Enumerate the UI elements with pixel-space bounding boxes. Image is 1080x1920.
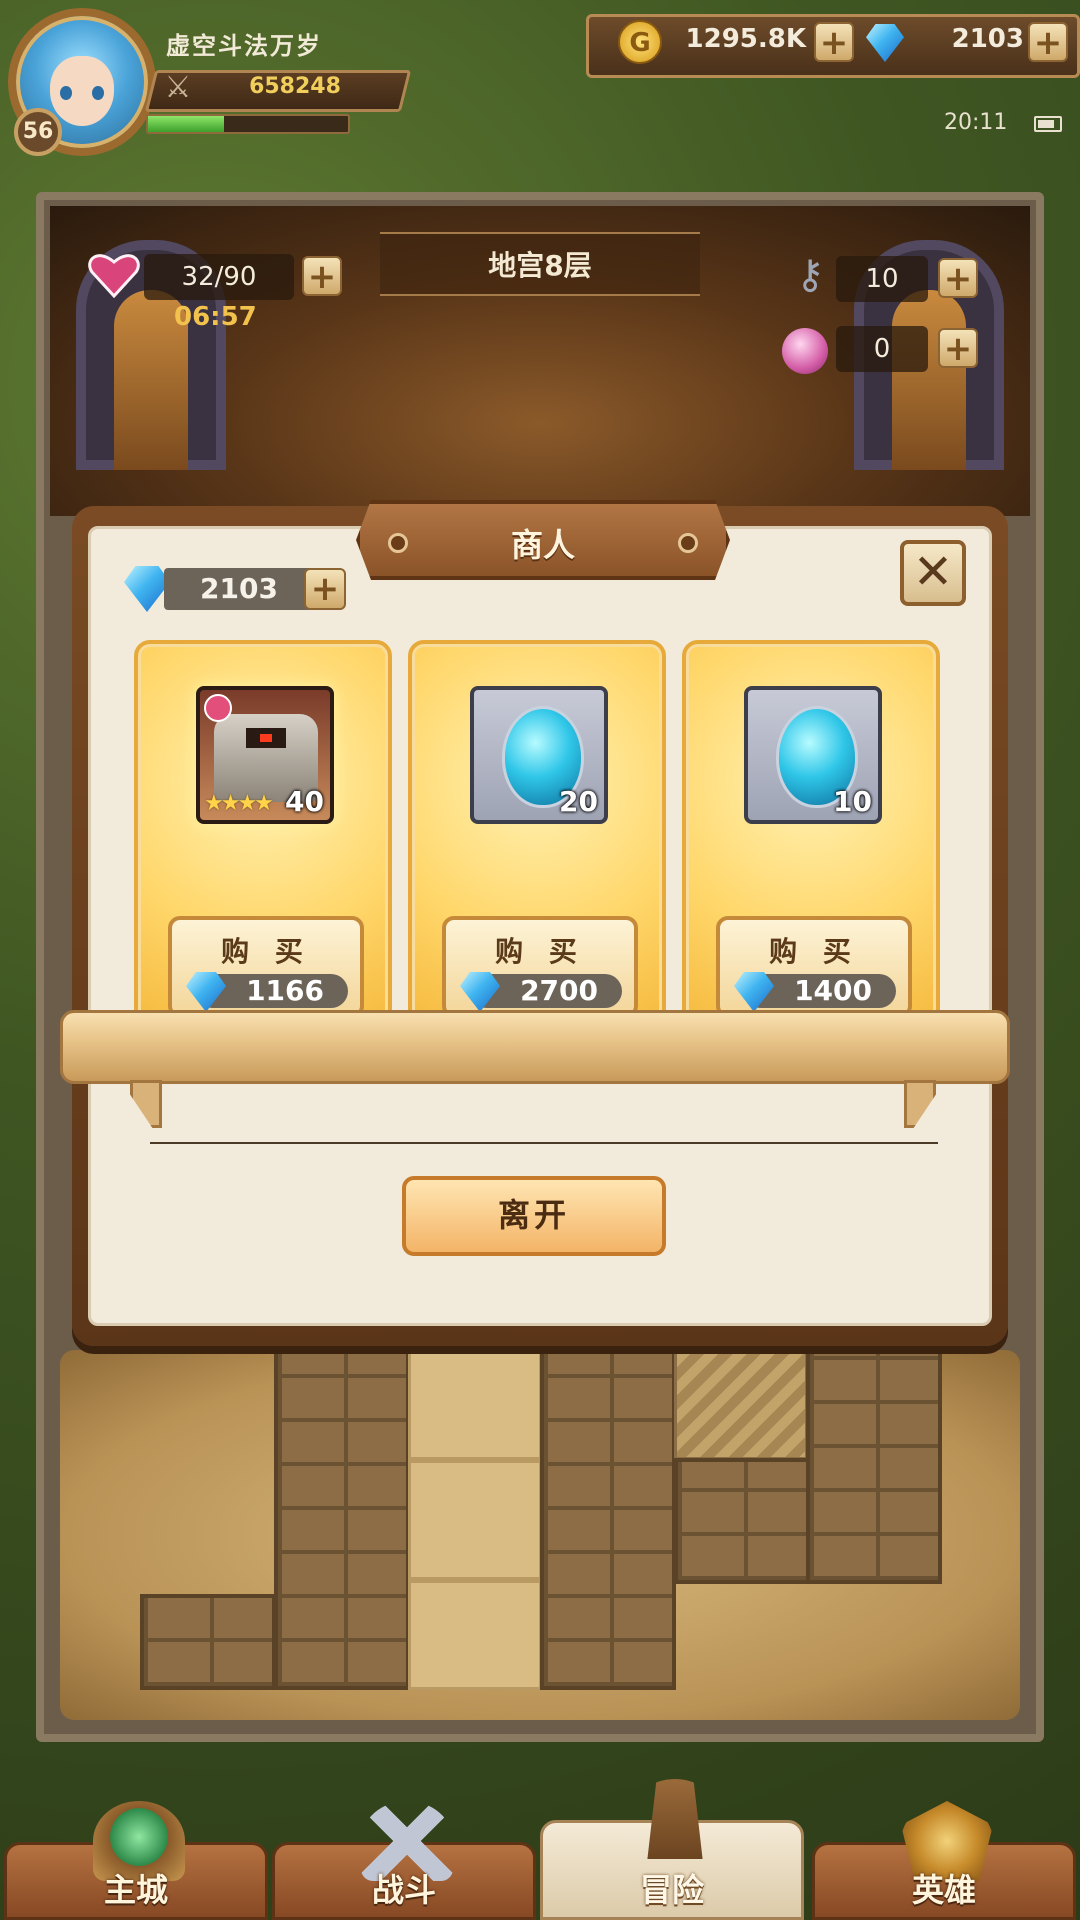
leave-button[interactable]: 离开 — [402, 1176, 666, 1256]
map-wall — [140, 1594, 276, 1690]
map-path-tile[interactable] — [408, 1350, 542, 1460]
gold-amount: 1295.8K — [685, 24, 806, 54]
buy-button-label: 购 买 — [495, 935, 585, 968]
shelf — [60, 1010, 1010, 1084]
key-icon: ⚷ — [795, 252, 825, 298]
add-gold-button[interactable]: + — [814, 22, 854, 62]
map-wall — [806, 1350, 942, 1584]
merchant-title: 商人 — [510, 526, 575, 564]
add-stamina-button[interactable]: + — [302, 256, 342, 296]
stamina-value: 32/90 — [144, 254, 294, 300]
egg-item[interactable]: 20 — [470, 686, 608, 824]
orbs-value: 0 — [836, 326, 928, 372]
nav-tab-main-city[interactable]: 主城 — [4, 1801, 268, 1920]
merchant-item-card[interactable]: 10 购 买 1400 — [682, 640, 940, 1036]
crossed-swords-power-icon: ⚔ — [164, 70, 192, 105]
hero-stars: ★★★★ — [204, 791, 274, 816]
map-path-tile[interactable] — [408, 1580, 542, 1690]
nav-tab-battle[interactable]: 战斗 — [272, 1801, 536, 1920]
avatar-eye-right — [92, 86, 104, 100]
exp-bar — [146, 114, 350, 134]
orb-icon — [782, 328, 828, 374]
add-gems-button[interactable]: + — [304, 568, 346, 610]
status-clock: 20:11 — [944, 110, 1008, 135]
dungeon-map — [60, 1350, 1020, 1720]
nav-tab-label: 主城 — [103, 1871, 168, 1909]
element-badge-icon — [204, 694, 232, 722]
exp-bar-fill — [148, 116, 224, 132]
gem-amount: 2103 — [951, 24, 1024, 54]
dungeon-floor-label: 地宫8层 — [488, 249, 592, 282]
close-button[interactable]: ✕ — [900, 540, 966, 606]
map-explored-tile[interactable] — [674, 1350, 808, 1460]
item-quantity: 40 — [285, 785, 324, 818]
stamina-timer: 06:57 — [174, 302, 257, 332]
egg-item[interactable]: 10 — [744, 686, 882, 824]
map-wall — [674, 1458, 810, 1584]
buy-button-label: 购 买 — [221, 935, 311, 968]
item-quantity: 20 — [559, 785, 598, 818]
divider — [150, 1142, 938, 1144]
avatar-eye-left — [60, 86, 72, 100]
heart-icon — [88, 254, 140, 298]
merchant-item-card[interactable]: ★★★★ 40 购 买 1166 — [134, 640, 392, 1036]
merchant-gem-balance: 2103 — [164, 568, 314, 610]
map-wall — [540, 1350, 676, 1690]
nav-tab-label: 战斗 — [371, 1871, 436, 1909]
add-orbs-button[interactable]: + — [938, 328, 978, 368]
buy-button[interactable]: 购 买 2700 — [442, 916, 638, 1018]
player-level-badge: 56 — [14, 108, 62, 156]
buy-button[interactable]: 购 买 1400 — [716, 916, 912, 1018]
avatar-face — [50, 56, 114, 126]
keys-value: 10 — [836, 256, 928, 302]
hero-shard-item[interactable]: ★★★★ 40 — [196, 686, 334, 824]
buy-button[interactable]: 购 买 1166 — [168, 916, 364, 1018]
nav-tab-label: 英雄 — [911, 1871, 976, 1909]
gold-coin-icon: G — [618, 20, 662, 64]
map-path-tile[interactable] — [408, 1460, 542, 1580]
map-wall — [274, 1350, 410, 1690]
battery-icon — [1034, 116, 1062, 132]
item-quantity: 10 — [833, 785, 872, 818]
adventure-icon — [647, 1779, 703, 1859]
nav-tab-adventure[interactable]: 冒险 — [540, 1779, 804, 1920]
merchant-item-card[interactable]: 20 购 买 2700 — [408, 640, 666, 1036]
nav-tab-hero[interactable]: 英雄 — [812, 1801, 1076, 1920]
buy-button-label: 购 买 — [769, 935, 859, 968]
nav-tab-label: 冒险 — [639, 1871, 704, 1909]
add-gems-button[interactable]: + — [1028, 22, 1068, 62]
player-name: 虚空斗法万岁 — [166, 32, 322, 60]
add-keys-button[interactable]: + — [938, 258, 978, 298]
power-value: 658248 — [249, 74, 341, 99]
